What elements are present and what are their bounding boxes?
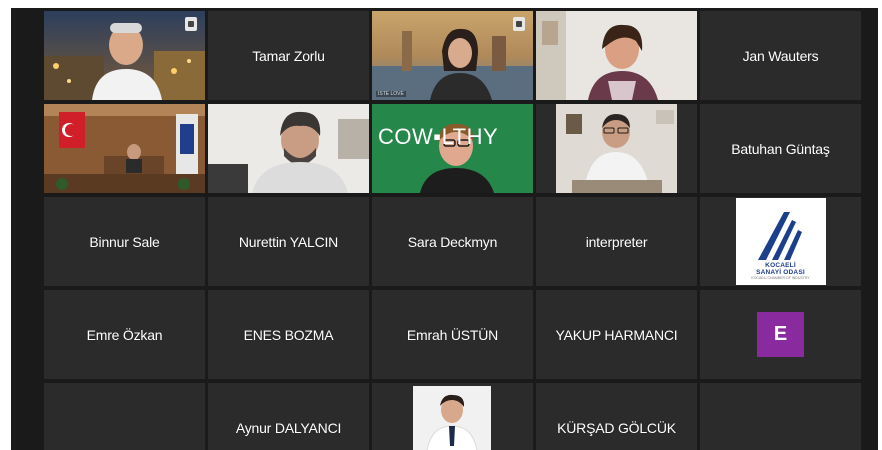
participant-name: interpreter [585,233,648,250]
participant-tile[interactable]: Aynur DALYANCI [208,383,369,450]
participant-name: Batuhan Güntaş [731,140,830,157]
participant-name: Jan Wauters [742,47,819,64]
participant-video [44,11,205,100]
background-banner-text: COW▪LTHY [378,124,499,149]
participant-avatar-tile[interactable]: E [700,290,861,379]
participant-tile[interactable]: Binnur Sale [44,197,205,286]
participant-tile[interactable]: Emre Özkan [44,290,205,379]
participant-name: Emrah ÜSTÜN [406,326,499,343]
participant-name: KÜRŞAD GÖLCÜK [557,419,676,436]
participant-tile[interactable]: Nurettin YALCIN [208,197,369,286]
video-call-window: Tamar Zorlu ISTE LOVE Jan Wauters COW▪LT… [11,8,878,450]
logo-emblem-icon [757,212,802,260]
participant-video [208,104,369,193]
pin-icon[interactable] [513,17,525,31]
participant-name: Sara Deckmyn [407,233,498,250]
participant-tile[interactable]: ENES BOZMA [208,290,369,379]
pin-icon[interactable] [185,17,197,31]
participant-video [44,104,205,193]
participant-tile[interactable]: YAKUP HARMANCI [536,290,697,379]
participant-tile[interactable]: KÜRŞAD GÖLCÜK [536,383,697,450]
participant-name: Nurettin YALCIN [238,233,339,250]
participant-name: ENES BOZMA [243,326,334,343]
video-overlay-label: ISTE LOVE [376,91,406,97]
participant-video [372,11,533,100]
participant-name: YAKUP HARMANCI [555,326,678,343]
participant-tile[interactable]: interpreter [536,197,697,286]
participant-tile[interactable]: Tamar Zorlu [208,11,369,100]
participant-video [536,104,697,193]
participant-video-tile[interactable]: ISTE LOVE [372,11,533,100]
participant-video-tile[interactable] [536,104,697,193]
participant-video-tile[interactable] [536,11,697,100]
logo-line2: SANAYİ ODASI [756,269,805,276]
organization-logo: KOCAELİ SANAYİ ODASI KOCAELI CHAMBER OF … [735,198,826,285]
participant-video [536,11,697,100]
participant-tile[interactable]: Jan Wauters [700,11,861,100]
logo-line3: KOCAELI CHAMBER OF INDUSTRY [751,276,810,280]
participant-video-tile[interactable]: COW▪LTHY [372,104,533,193]
participant-tile[interactable]: Emrah ÜSTÜN [372,290,533,379]
logo-line1: KOCAELİ [765,262,796,269]
participant-tile[interactable]: Sara Deckmyn [372,197,533,286]
participant-tile[interactable] [700,383,861,450]
participant-video-tile[interactable] [372,383,533,450]
participant-name: Binnur Sale [89,233,160,250]
participant-video [413,386,491,450]
participant-video-tile[interactable] [208,104,369,193]
participant-tile[interactable]: Batuhan Güntaş [700,104,861,193]
participant-video-tile[interactable] [44,11,205,100]
participant-tile[interactable] [44,383,205,450]
avatar: E [757,312,804,357]
participant-name: Aynur DALYANCI [235,419,342,436]
participant-video-tile[interactable] [44,104,205,193]
participant-logo-tile[interactable]: KOCAELİ SANAYİ ODASI KOCAELI CHAMBER OF … [700,197,861,286]
participant-grid: Tamar Zorlu ISTE LOVE Jan Wauters COW▪LT… [44,11,861,450]
participant-name: Emre Özkan [86,326,163,343]
participant-name: Tamar Zorlu [252,47,325,64]
